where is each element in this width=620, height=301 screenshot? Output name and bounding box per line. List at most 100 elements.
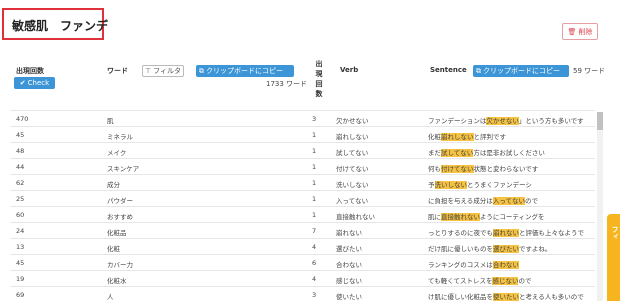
verb-cell: 洗いしない [336,181,369,189]
count-cell: 25 [16,195,25,203]
check-button[interactable]: ✔ Check [14,77,55,89]
sentence-cell: ても軽くてストレスを感じないので [428,275,531,285]
sentence-post: と考える人も多いので [519,293,584,301]
header-word: ワード [107,67,128,75]
sentence-highlight: 感じない [492,277,519,285]
sentence-pre: ランキングのコスメは [428,261,493,269]
count-cell: 44 [16,163,25,171]
sentence-pre: っとりするのに夜でも [428,229,493,237]
table-row[interactable]: 13 化粧 4 選びたい だけ肌に優しいものを選びたいですよね。 [10,238,595,254]
verb-cell: 付けてない [336,165,369,173]
sentence-post: ようにコーティングを [479,213,545,221]
table-row[interactable]: 45 カバー力 6 合わない ランキングのコスメは合わない [10,254,595,270]
trash-icon: 🗑 [567,27,577,36]
sentence-count: 59 ワード [573,67,606,75]
word-cell: おすすめ [107,213,133,221]
sentence-cell: け肌に優しい化粧品を使いたいと考える人も多いので [428,291,584,301]
sentence-post: と評価も上々なようで [519,229,584,237]
copy-sentences-button[interactable]: ⧉ クリップボードにコピー [473,65,569,77]
sentence-cell: まだ試してない方は是非お試しください [428,147,545,157]
sentence-pre: だけ肌に優しいものを [428,245,493,253]
copy-words-label: クリップボードにコピー [206,67,283,75]
sentence-pre: 肌に [428,213,441,221]
sentence-highlight: 合わない [492,261,519,269]
sentence-highlight: 欠かせない [486,117,519,125]
count-cell: 60 [16,211,25,219]
count-cell: 45 [16,259,25,267]
table-row[interactable]: 24 化粧品 7 崩れない っとりするのに夜でも崩れないと評価も上々なようで [10,222,595,238]
count-cell: 19 [16,275,25,283]
sentence-highlight: 試してない [441,149,474,157]
occurrence-cell: 4 [312,275,317,283]
verb-cell: 選びたい [336,245,362,253]
word-cell: 化粧 [107,245,120,253]
sentence-post: と評判です [473,133,507,141]
sentence-cell: っとりするのに夜でも崩れないと評価も上々なようで [428,227,584,237]
delete-button[interactable]: 🗑 削除 [562,23,598,40]
sentence-highlight: 直接触れない [441,213,480,221]
sentence-post: 状態と変わらないです [473,165,539,173]
word-cell: 化粧水 [107,277,127,285]
word-count: 1733 ワード [266,80,308,88]
sentence-pre: 何も [428,165,441,173]
occurrence-cell: 1 [312,147,317,155]
sentence-highlight: 付けてない [441,165,474,173]
verb-cell: 欠かせない [336,117,369,125]
count-cell: 470 [16,115,29,123]
sentence-highlight: 崩れしない [441,133,474,141]
table-row[interactable]: 45 ミネラル 1 崩れしない 化粧崩れしないと評判です [10,126,595,142]
table-row[interactable]: 470 肌 3 欠かせない ファンデーションは欠かせない」という方も多いです [10,110,595,126]
count-cell: 62 [16,179,25,187]
header-count: 出現回数 [16,67,44,75]
filter-button[interactable]: ⊤ フィルタ [142,65,184,77]
sentence-post: ですよね。 [518,245,552,253]
sentence-cell: ランキングのコスメは合わない [428,259,519,269]
occurrence-cell: 1 [312,211,317,219]
sentence-pre: 化粧 [428,133,441,141]
sentence-pre: まだ [428,149,441,157]
check-label: Check [27,79,50,87]
table-row[interactable]: 48 メイク 1 試してない まだ試してない方は是非お試しください [10,142,595,158]
occurrence-cell: 1 [312,179,317,187]
count-cell: 48 [16,147,25,155]
copy-words-button[interactable]: ⧉ クリップボードにコピー [196,65,294,77]
sentence-post: 」という方も多いです [518,117,584,125]
count-cell: 45 [16,131,25,139]
verb-cell: 試してない [336,149,369,157]
sentence-highlight: 入ってない [492,197,525,205]
table-row[interactable]: 69 人 3 使いたい け肌に優しい化粧品を使いたいと考える人も多いので [10,286,595,301]
occurrence-cell: 6 [312,259,317,267]
delete-label: 削除 [578,27,593,36]
scroll-thumb[interactable] [597,112,603,130]
count-cell: 13 [16,243,25,251]
sentence-pre: 予 [428,181,435,189]
table-row[interactable]: 25 パウダー 1 入ってない に負担を与える成分は入ってないので [10,190,595,206]
table-row[interactable]: 19 化粧水 4 感じない ても軽くてストレスを感じないので [10,270,595,286]
sentence-pre: に負担を与える成分は [428,197,493,205]
side-tab[interactable]: フィ [607,214,620,301]
filter-label: フィルタ [153,67,181,75]
count-cell: 69 [16,291,25,299]
sentence-cell: だけ肌に優しいものを選びたいですよね。 [428,243,551,253]
scrollbar[interactable] [597,112,603,301]
verb-cell: 崩れしない [336,133,369,141]
sentence-cell: 何も付けてない状態と変わらないです [428,163,538,173]
word-cell: カバー力 [107,261,133,269]
sentence-post: ので [525,197,538,205]
verb-cell: 感じない [336,277,362,285]
sentence-cell: 化粧崩れしないと評判です [428,131,506,141]
header-sentence: Sentence [430,66,467,74]
sentence-highlight: 選びたい [493,245,519,253]
check-icon: ✔ [19,79,26,87]
word-cell: ミネラル [107,133,133,141]
verb-cell: 使いたい [336,293,362,301]
table-row[interactable]: 44 スキンケア 1 付けてない 何も付けてない状態と変わらないです [10,158,595,174]
word-cell: 化粧品 [107,229,127,237]
sentence-post: ので [518,277,532,285]
sentence-cell: 予洗いしないとうまくファンデーシ [428,179,532,189]
table-row[interactable]: 60 おすすめ 1 直接触れない 肌に直接触れないようにコーティングを [10,206,595,222]
table-row[interactable]: 62 成分 1 洗いしない 予洗いしないとうまくファンデーシ [10,174,595,190]
sentence-post: 方は是非お試しください [473,149,545,157]
occurrence-cell: 7 [312,227,317,235]
occurrence-cell: 3 [312,291,317,299]
